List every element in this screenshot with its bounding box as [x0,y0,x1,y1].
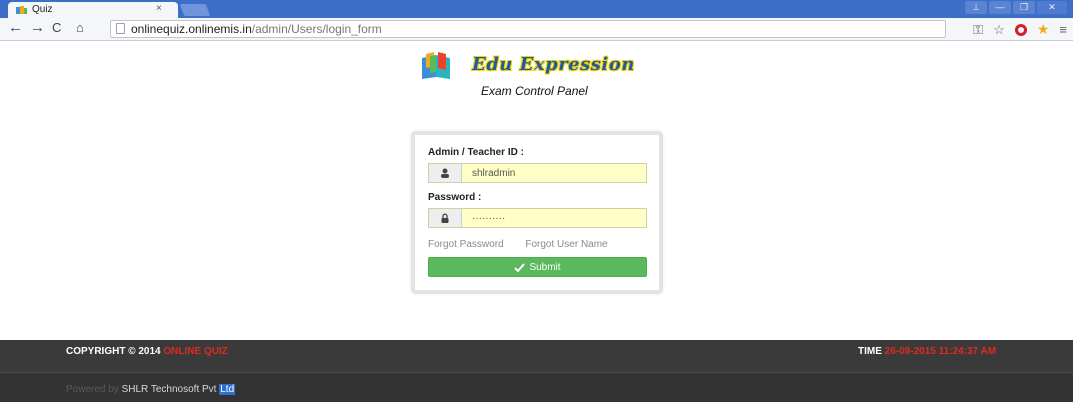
menu-icon[interactable]: ≡ [1059,22,1067,37]
id-field-group [428,163,647,183]
submit-label: Submit [529,261,561,273]
copyright-brand: ONLINE QUIZ [163,346,228,357]
browser-toolbar: ← → C ⌂ onlinequiz.onlinemis.in/admin/Us… [0,18,1073,41]
opera-extension-icon[interactable] [1014,23,1027,36]
lock-icon [429,209,462,227]
submit-button[interactable]: Submit [428,257,647,277]
forgot-password-link[interactable]: Forgot Password [428,239,504,250]
home-icon[interactable]: ⌂ [76,20,84,36]
login-card: Admin / Teacher ID : Password : Forgot P… [411,131,663,294]
address-bar[interactable]: onlinequiz.onlinemis.in/admin/Users/logi… [110,20,946,38]
company-name: SHLR Technosoft Pvt [121,384,217,395]
password-input[interactable] [462,209,646,227]
site-logo: Edu Expression [420,52,670,80]
window-controls: ⊥ — ❐ ✕ [965,1,1067,15]
password-field-group [428,208,647,228]
user-profile-button[interactable]: ⊥ [965,1,987,14]
page-subtitle: Exam Control Panel [481,84,588,98]
favicon-icon [16,6,27,14]
new-tab-button[interactable] [179,4,211,16]
tab-title: Quiz [32,4,53,15]
reload-icon[interactable]: C [52,20,61,36]
page-icon [116,23,125,34]
key-icon[interactable]: ⚿ [973,22,983,38]
back-icon[interactable]: ← [8,20,23,36]
forward-icon[interactable]: → [30,20,45,36]
id-label: Admin / Teacher ID : [428,147,524,158]
password-label: Password : [428,192,482,203]
footer-bottom: Powered by SHLR Technosoft Pvt Ltd [0,373,1073,402]
browser-tabstrip: Quiz × ⊥ — ❐ ✕ [0,0,1073,18]
book-logo-icon [422,52,450,79]
checkmark-icon [514,262,526,272]
favorites-extension-icon[interactable]: ★ [1037,21,1050,38]
copyright-text: COPYRIGHT © 2014 ONLINE QUIZ [66,346,228,357]
powered-by-text: Powered by SHLR Technosoft Pvt Ltd [66,384,236,395]
admin-id-input[interactable] [462,164,646,182]
minimize-button[interactable]: — [989,1,1011,14]
forgot-username-link[interactable]: Forgot User Name [525,239,607,250]
time-display: TIME 26-09-2015 11:24:37 AM [858,346,997,357]
help-links: Forgot Password Forgot User Name [428,239,627,250]
time-value: 26-09-2015 11:24:37 AM [884,346,997,357]
bookmark-star-icon[interactable]: ☆ [993,22,1005,38]
toolbar-actions: ⚿ ☆ ★ ≡ [973,21,1067,38]
browser-tab[interactable]: Quiz × [8,2,178,18]
close-window-button[interactable]: ✕ [1037,1,1067,14]
restore-button[interactable]: ❐ [1013,1,1035,14]
user-icon [429,164,462,182]
footer-top: COPYRIGHT © 2014 ONLINE QUIZ TIME 26-09-… [0,340,1073,373]
logo-text: Edu Expression [472,54,635,75]
tab-close-icon[interactable]: × [156,3,162,14]
url-text[interactable]: onlinequiz.onlinemis.in/admin/Users/logi… [131,22,382,36]
company-suffix: Ltd [219,384,236,395]
